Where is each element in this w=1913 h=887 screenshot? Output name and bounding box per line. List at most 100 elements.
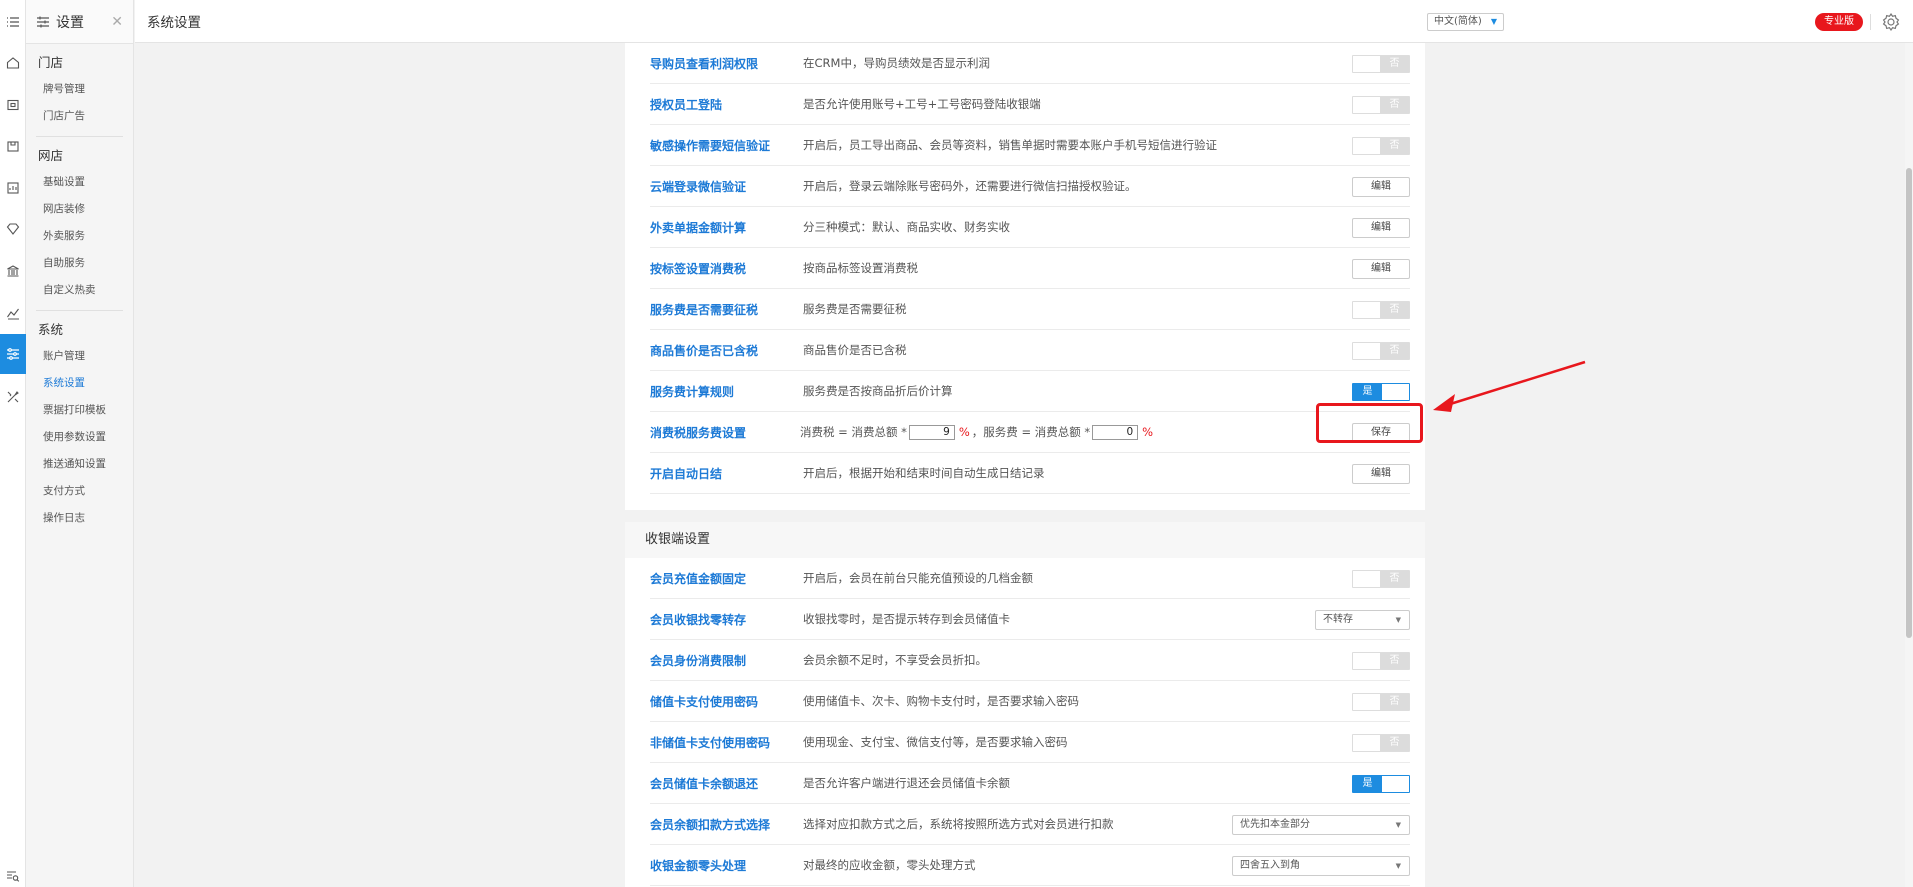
setting-description: 选择对应扣款方式之后，系统将按照所选方式对会员进行扣款 <box>803 817 1114 831</box>
dropdown-select[interactable]: 不转存 ▼ <box>1315 609 1410 630</box>
edit-button[interactable]: 编辑 <box>1352 258 1410 279</box>
language-select[interactable]: 中文(简体) ▼ <box>1427 13 1504 31</box>
top-bar: 系统设置 <box>135 0 1913 43</box>
setting-name[interactable]: 会员身份消费限制 <box>650 652 800 669</box>
select-value: 优先扣本金部分 <box>1240 818 1310 830</box>
setting-name[interactable]: 储值卡支付使用密码 <box>650 693 800 710</box>
close-icon[interactable]: ✕ <box>111 14 123 30</box>
setting-name[interactable]: 云端登录微信验证 <box>650 178 800 195</box>
setting-description: 在CRM中，导购员绩效是否显示利润 <box>803 56 990 70</box>
setting-name[interactable]: 商品售价是否已含税 <box>650 342 800 359</box>
toggle-switch[interactable]: 否 <box>1352 569 1410 588</box>
service-fee-input[interactable]: 0 <box>1092 424 1139 440</box>
settings-sliders-icon[interactable] <box>0 334 26 374</box>
edit-button[interactable]: 编辑 <box>1352 463 1410 484</box>
setting-row: 消费税服务费设置 消费税 = 消费总额 * 9%，服务费 = 消费总额 * 0% 保存 <box>650 412 1410 453</box>
dropdown-select[interactable]: 四舍五入到角 ▼ <box>1232 855 1410 876</box>
chart-icon[interactable] <box>0 300 26 326</box>
gear-icon[interactable] <box>1881 12 1901 32</box>
sidebar-item-takeaway[interactable]: 外卖服务 <box>26 223 133 250</box>
sidebar-item-system-settings[interactable]: 系统设置 <box>26 370 133 397</box>
tax-rate-input[interactable]: 9 <box>908 424 955 440</box>
setting-row: 会员储值卡余额退还 是否允许客户端进行退还会员储值卡余额 是 <box>650 763 1410 804</box>
setting-control: 否 <box>1352 640 1410 681</box>
setting-name[interactable]: 外卖单据金额计算 <box>650 219 800 236</box>
sidebar-item-custom-hot[interactable]: 自定义热卖 <box>26 277 133 304</box>
bank-icon[interactable] <box>0 258 26 284</box>
setting-description: 开启后，员工导出商品、会员等资料，销售单据时需要本账户手机号短信进行验证 <box>803 138 1217 152</box>
setting-name[interactable]: 导购员查看利润权限 <box>650 55 800 72</box>
sidebar-item-basic-settings[interactable]: 基础设置 <box>26 169 133 196</box>
setting-description: 是否允许客户端进行退还会员储值卡余额 <box>803 776 1010 790</box>
toggle-switch[interactable]: 是 <box>1352 774 1410 793</box>
setting-description: 开启后，根据开始和结束时间自动生成日结记录 <box>803 466 1045 480</box>
sidebar-item-store-ads[interactable]: 门店广告 <box>26 103 133 130</box>
toggle-switch[interactable]: 否 <box>1352 54 1410 73</box>
setting-name[interactable]: 服务费是否需要征税 <box>650 301 800 318</box>
sidebar-item-payment[interactable]: 支付方式 <box>26 478 133 505</box>
home-icon[interactable] <box>0 50 26 76</box>
sidebar-item-op-log[interactable]: 操作日志 <box>26 505 133 532</box>
dropdown-select[interactable]: 优先扣本金部分 ▼ <box>1232 814 1410 835</box>
setting-name[interactable]: 会员充值金额固定 <box>650 570 800 587</box>
sidebar-item-usage-params[interactable]: 使用参数设置 <box>26 424 133 451</box>
setting-name[interactable]: 服务费计算规则 <box>650 383 800 400</box>
setting-control: 否 <box>1352 289 1410 330</box>
service-fee-label: 服务费 = 消费总额 * <box>983 425 1091 439</box>
tax-setting-line: 消费税 = 消费总额 * 9%，服务费 = 消费总额 * 0% <box>800 424 1155 440</box>
setting-control: 否 <box>1352 681 1410 722</box>
search-list-icon[interactable] <box>0 863 26 887</box>
toggle-switch[interactable]: 否 <box>1352 341 1410 360</box>
setting-row: 云端登录微信验证 开启后，登录云端除账号密码外，还需要进行微信扫描授权验证。 编辑 <box>650 166 1410 207</box>
report-icon[interactable] <box>0 175 26 201</box>
toggle-switch[interactable]: 否 <box>1352 692 1410 711</box>
tools-icon[interactable] <box>0 384 26 410</box>
setting-control: 否 <box>1352 722 1410 763</box>
sidebar: 设置 ✕ 门店 牌号管理 门店广告 网店 基础设置 网店装修 外卖服务 自助服务… <box>26 0 134 887</box>
edit-button[interactable]: 编辑 <box>1352 176 1410 197</box>
setting-name[interactable]: 会员余额扣款方式选择 <box>650 816 800 833</box>
sidebar-item-brand[interactable]: 牌号管理 <box>26 76 133 103</box>
section-title: 收银端设置 <box>625 522 1425 558</box>
setting-name[interactable]: 会员收银找零转存 <box>650 611 800 628</box>
sidebar-title: 设置 <box>56 14 84 31</box>
setting-name[interactable]: 授权员工登陆 <box>650 96 800 113</box>
edition-badge: 专业版 <box>1815 13 1863 31</box>
setting-row: 商品售价是否已含税 商品售价是否已含税 否 <box>650 330 1410 371</box>
setting-name[interactable]: 消费税服务费设置 <box>650 424 800 441</box>
setting-name[interactable]: 会员储值卡余额退还 <box>650 775 800 792</box>
setting-row: 非储值卡支付使用密码 使用现金、支付宝、微信支付等，是否要求输入密码 否 <box>650 722 1410 763</box>
gem-icon[interactable] <box>0 216 26 242</box>
setting-control: 不转存 ▼ <box>1315 599 1410 640</box>
toggle-switch[interactable]: 否 <box>1352 136 1410 155</box>
shop-icon[interactable] <box>0 133 26 159</box>
toggle-switch[interactable]: 否 <box>1352 300 1410 319</box>
store-icon[interactable] <box>0 92 26 118</box>
chevron-down-icon: ▼ <box>1395 615 1401 624</box>
edit-button[interactable]: 编辑 <box>1352 217 1410 238</box>
chevron-down-icon: ▼ <box>1395 861 1401 870</box>
setting-description: 收银找零时，是否提示转存到会员储值卡 <box>803 612 1010 626</box>
settings-panel-general: 导购员查看利润权限 在CRM中，导购员绩效是否显示利润否授权员工登陆 是否允许使用账… <box>625 43 1425 510</box>
select-value: 不转存 <box>1323 613 1353 625</box>
toggle-switch[interactable]: 是 <box>1352 382 1410 401</box>
setting-name[interactable]: 收银金额零头处理 <box>650 857 800 874</box>
scrollbar-thumb[interactable] <box>1906 168 1912 638</box>
toggle-switch[interactable]: 否 <box>1352 651 1410 670</box>
setting-name[interactable]: 非储值卡支付使用密码 <box>650 734 800 751</box>
setting-control: 否 <box>1352 84 1410 125</box>
chevron-down-icon: ▼ <box>1490 17 1497 26</box>
setting-row: 导购员查看利润权限 在CRM中，导购员绩效是否显示利润 否 <box>650 43 1410 84</box>
setting-name[interactable]: 开启自动日结 <box>650 465 800 482</box>
toggle-switch[interactable]: 否 <box>1352 733 1410 752</box>
sidebar-item-push-notify[interactable]: 推送通知设置 <box>26 451 133 478</box>
toggle-switch[interactable]: 否 <box>1352 95 1410 114</box>
vertical-scrollbar[interactable] <box>1905 43 1913 887</box>
sidebar-item-decoration[interactable]: 网店装修 <box>26 196 133 223</box>
setting-name[interactable]: 敏感操作需要短信验证 <box>650 137 800 154</box>
sidebar-item-receipt-template[interactable]: 票据打印模板 <box>26 397 133 424</box>
sidebar-item-self-service[interactable]: 自助服务 <box>26 250 133 277</box>
sidebar-item-accounts[interactable]: 账户管理 <box>26 343 133 370</box>
setting-name[interactable]: 按标签设置消费税 <box>650 260 800 277</box>
menu-icon[interactable] <box>0 9 26 35</box>
